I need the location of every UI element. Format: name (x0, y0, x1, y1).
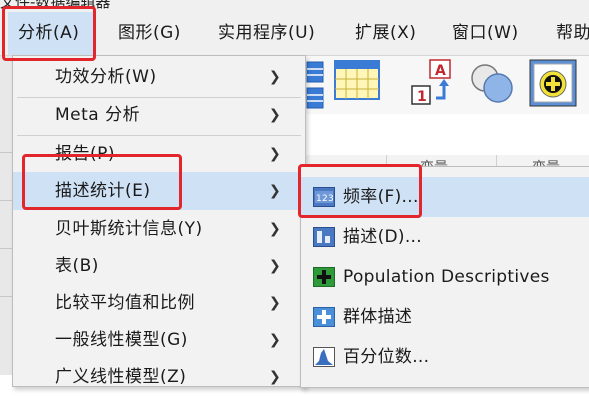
value-labels-letter: A (435, 63, 446, 79)
menu-item-compare-means[interactable]: 比较平均值和比例 ❯ (13, 284, 305, 322)
menu-graphs[interactable]: 图形(G) (118, 12, 181, 55)
submenu-item-percentiles[interactable]: 百分位数... (301, 337, 589, 377)
row-header-strip (0, 56, 12, 375)
menu-utilities[interactable]: 实用程序(U) (218, 12, 315, 55)
highlight-box-descriptive-statistics (22, 154, 182, 210)
submenu-item-population-descriptives[interactable]: Population Descriptives (301, 257, 589, 297)
row-divider (0, 296, 12, 297)
toolbar: A 1 (300, 56, 589, 114)
row-divider (0, 152, 12, 153)
highlight-box-frequencies (298, 164, 422, 218)
highlight-box-analyze-menu (2, 6, 96, 61)
menu-item-generalized-linear-models[interactable]: 广义线性模型(Z) ❯ (13, 358, 305, 396)
menu-help[interactable]: 帮助 (556, 12, 589, 55)
chevron-right-icon: ❯ (269, 107, 282, 123)
value-labels-digit: 1 (417, 89, 427, 105)
menu-window-label: 窗口(W) (452, 23, 519, 43)
submenu-item-descriptives[interactable]: 描述(D)... (301, 217, 589, 257)
percentile-chart-icon (313, 347, 335, 367)
grid-table-icon[interactable] (306, 60, 324, 110)
add-plugin-icon[interactable] (528, 58, 578, 108)
menu-help-label: 帮助 (556, 23, 589, 43)
spreadsheet-icon[interactable] (334, 60, 380, 100)
descriptives-icon (313, 227, 335, 247)
menu-item-label: 广义线性模型(Z) (55, 367, 187, 387)
menu-utilities-label: 实用程序(U) (218, 23, 316, 43)
submenu-item-label: 群体描述 (343, 307, 413, 327)
chevron-right-icon: ❯ (269, 221, 282, 237)
menu-item-label: 功效分析(W) (55, 67, 157, 87)
circles-icon[interactable] (468, 62, 518, 106)
submenu-item-label: 百分位数... (343, 347, 430, 367)
row-divider (0, 200, 12, 201)
value-labels-icon[interactable]: A 1 (408, 58, 460, 108)
menu-item-label: 表(B) (55, 256, 99, 276)
chevron-right-icon: ❯ (269, 69, 282, 85)
submenu-item-label: Population Descriptives (343, 267, 550, 287)
menu-item-general-linear-model[interactable]: 一般线性模型(G) ❯ (13, 321, 305, 359)
menu-item-power-analysis[interactable]: 功效分析(W) ❯ (13, 58, 305, 96)
menu-item-meta-analysis[interactable]: Meta 分析 ❯ (13, 96, 305, 134)
chevron-right-icon: ❯ (269, 146, 282, 162)
submenu-item-label: 描述(D)... (343, 227, 422, 247)
chevron-right-icon: ❯ (269, 183, 282, 199)
chevron-right-icon: ❯ (269, 295, 282, 311)
menu-item-tables[interactable]: 表(B) ❯ (13, 247, 305, 285)
chevron-right-icon: ❯ (269, 258, 282, 274)
chevron-right-icon: ❯ (269, 369, 282, 385)
analyze-menu: 功效分析(W) ❯ Meta 分析 ❯ 报告(P) ❯ 描述统计(E) ❯ 贝叶… (12, 55, 306, 387)
row-divider (0, 248, 12, 249)
submenu-item-group-descriptives[interactable]: 群体描述 (301, 297, 589, 337)
menu-graphs-label: 图形(G) (118, 23, 181, 43)
menu-item-label: 一般线性模型(G) (55, 330, 188, 350)
menu-item-label: 比较平均值和比例 (55, 293, 195, 313)
population-plus-icon (313, 267, 335, 287)
group-plus-icon (313, 307, 335, 327)
menu-item-label: 贝叶斯统计信息(Y) (55, 219, 203, 239)
menu-item-bayesian-statistics[interactable]: 贝叶斯统计信息(Y) ❯ (13, 210, 305, 248)
menu-window[interactable]: 窗口(W) (452, 12, 519, 55)
menu-extensions-label: 扩展(X) (355, 23, 417, 43)
chevron-right-icon: ❯ (269, 332, 282, 348)
menu-item-label: Meta 分析 (55, 105, 141, 125)
menu-extensions[interactable]: 扩展(X) (355, 12, 416, 55)
